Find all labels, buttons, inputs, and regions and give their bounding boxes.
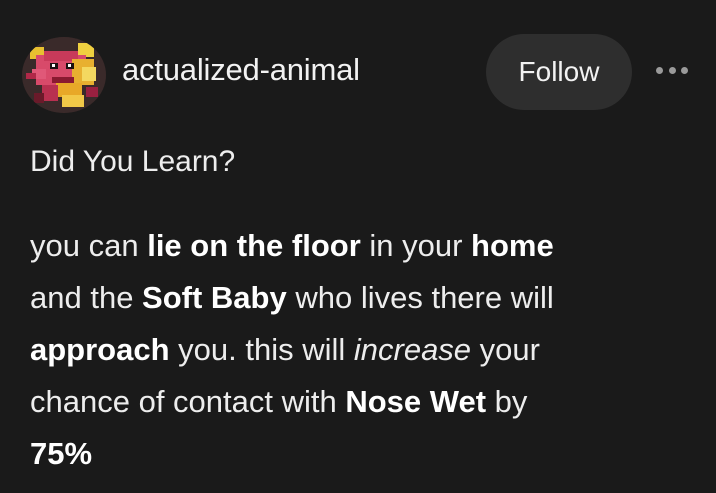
username-link[interactable]: actualized-animal [122, 52, 360, 88]
more-horizontal-icon[interactable] [656, 60, 688, 80]
body-text-segment: Soft Baby [142, 280, 287, 315]
post-header: actualized-animal Follow [0, 0, 716, 148]
body-text-segment: your [471, 332, 540, 367]
post-title: Did You Learn? [30, 145, 236, 178]
body-text-segment: you. this will [169, 332, 354, 367]
dot [656, 66, 663, 74]
body-text-segment: who lives there will [286, 280, 554, 315]
body-text-segment: chance of contact with [30, 384, 346, 419]
dot [681, 66, 688, 74]
post-body: you can lie on the floor in your home and… [30, 220, 690, 480]
avatar-image [22, 37, 106, 113]
body-text-segment: in your [360, 228, 472, 263]
animal-avatar-icon[interactable] [22, 37, 106, 113]
body-line: you can lie on the floor in your home [30, 220, 690, 272]
body-text-segment: you can [30, 228, 148, 263]
body-line: chance of contact with Nose Wet by [30, 376, 690, 428]
body-line: 75% [30, 428, 690, 480]
body-text-segment: lie on the floor [147, 228, 361, 263]
body-text-segment: home [471, 228, 554, 263]
body-text-segment: and the [30, 280, 143, 315]
body-text-segment: by [486, 384, 528, 419]
body-line: approach you. this will increase your [30, 324, 690, 376]
body-text-segment: Nose Wet [345, 384, 487, 419]
body-text-segment: increase [353, 332, 472, 367]
body-text-segment: approach [30, 332, 170, 367]
dot [668, 66, 676, 74]
follow-button[interactable]: Follow [486, 34, 632, 110]
body-line: and the Soft Baby who lives there will [30, 272, 690, 324]
body-text-segment: 75% [30, 436, 93, 471]
